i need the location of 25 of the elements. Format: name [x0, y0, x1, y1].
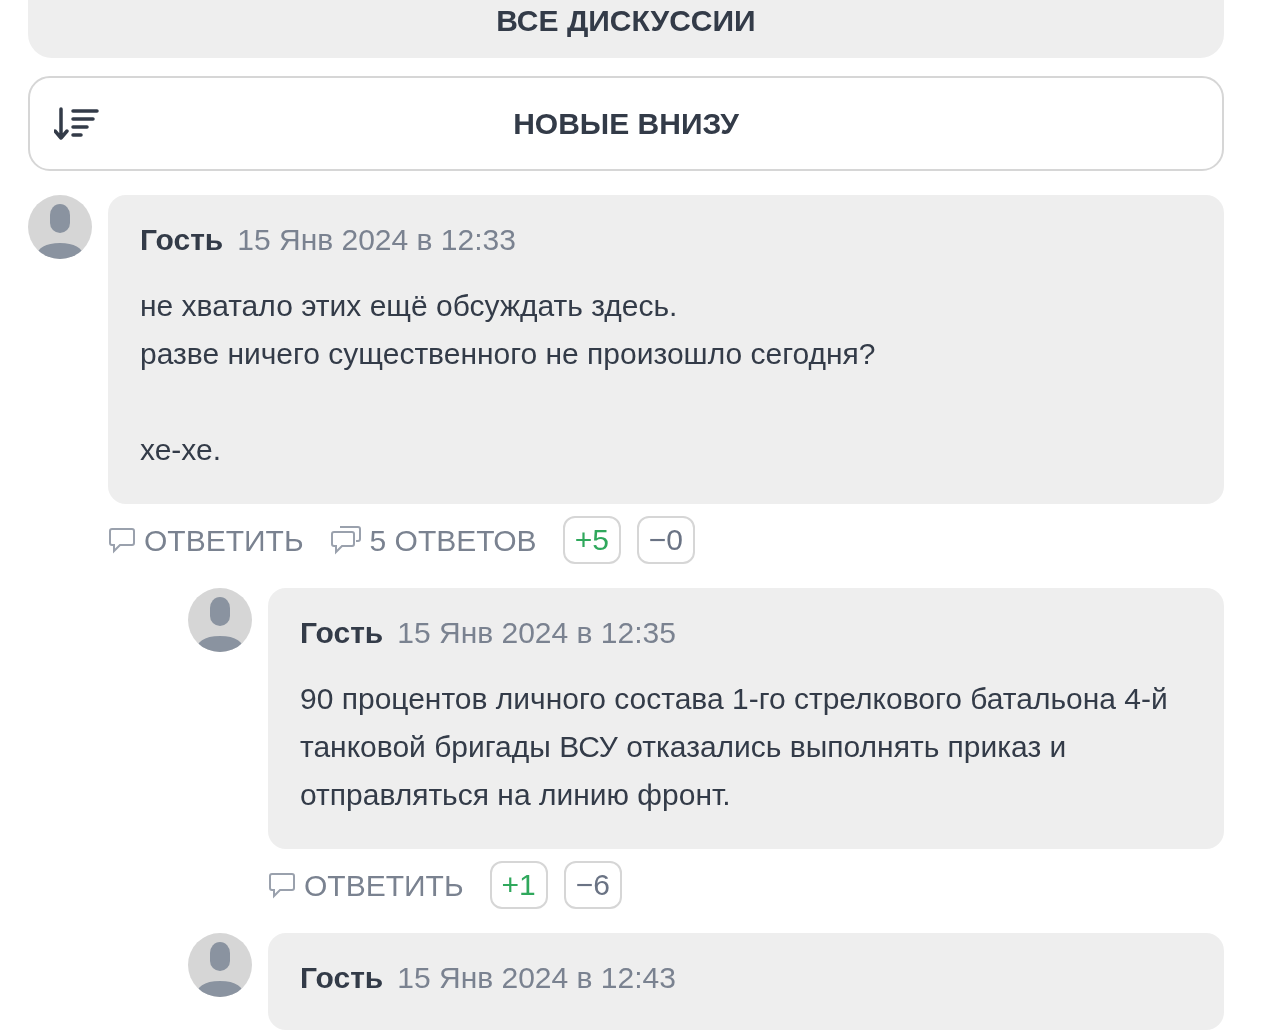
speech-bubbles-icon	[329, 525, 362, 555]
comment-text: 90 процентов личного состава 1-го стрелкового батальона 4-й танковой бригады ВСУ отказались выполнять приказ и отправляться на линию фронт.	[300, 681, 1169, 813]
author-name: Гость	[140, 223, 224, 256]
comment-text: хе-хе.	[140, 432, 223, 468]
all-discussions-button[interactable]: ВСЕ ДИСКУССИИ	[28, 0, 1224, 58]
upvote-button[interactable]: +1	[489, 861, 548, 909]
speech-bubble-icon	[268, 871, 296, 899]
sort-icon	[54, 106, 100, 141]
comment-date: 15 Янв 2024 в 12:33	[237, 223, 516, 256]
downvote-button[interactable]: −6	[563, 861, 623, 909]
upvote-button[interactable]: +5	[562, 516, 621, 564]
comment-text: не хватало этих ещё обсуждать здесь. разве ничего существенного не произошло сегодня?	[140, 288, 877, 372]
downvote-button[interactable]: −0	[636, 516, 696, 564]
reply-button[interactable]: ОТВЕТИТЬ	[268, 862, 464, 908]
reply-button[interactable]: ОТВЕТИТЬ	[108, 517, 304, 563]
speech-bubble-icon	[108, 526, 136, 554]
avatar	[28, 195, 92, 259]
author-name: Гость	[300, 961, 384, 994]
replies-button[interactable]: 5 ОТВЕТОВ	[329, 517, 537, 563]
author-name: Гость	[300, 616, 384, 649]
avatar	[188, 933, 252, 997]
avatar	[188, 588, 252, 652]
comment-date: 15 Янв 2024 в 12:35	[397, 616, 676, 649]
sort-button[interactable]: НОВЫЕ ВНИЗУ	[28, 76, 1224, 171]
comment-date: 15 Янв 2024 в 12:43	[397, 961, 676, 994]
